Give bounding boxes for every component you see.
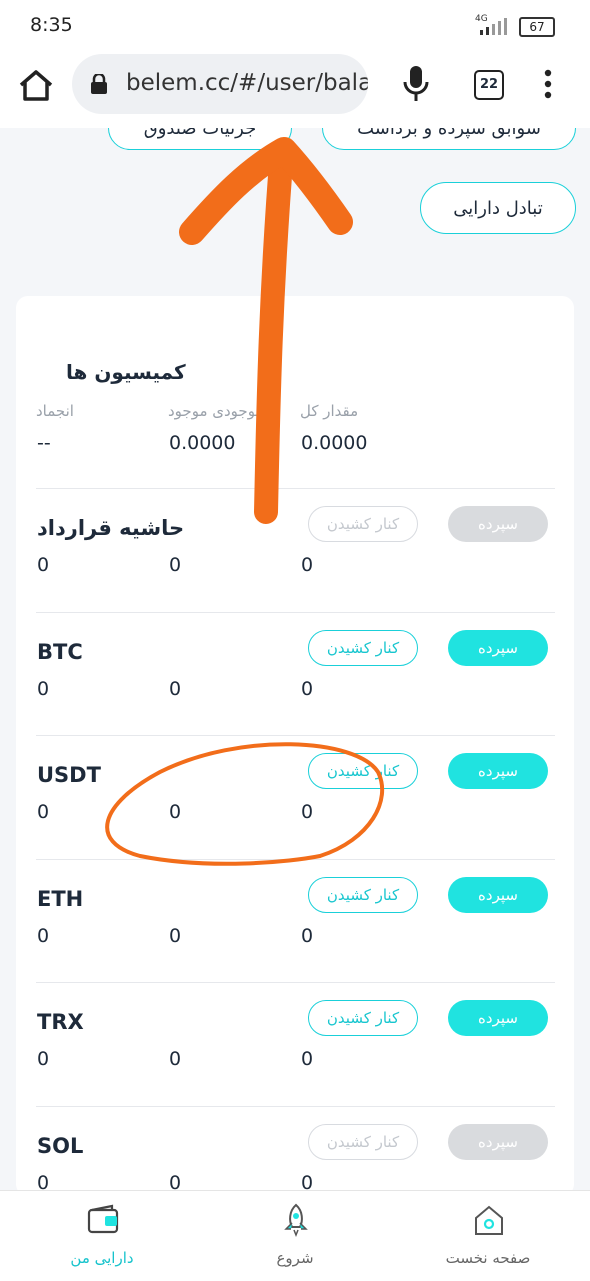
row-divider	[36, 1105, 555, 1107]
assets-card: کمیسیون ها انجماد موجودی موجود مقدار کل …	[16, 296, 574, 1190]
battery-icon: 67	[519, 17, 555, 37]
asset-available: 0	[169, 924, 182, 947]
deposit-button[interactable]: سپرده	[448, 629, 548, 666]
asset-frozen: 0	[37, 1048, 50, 1070]
nav-my-assets[interactable]: دارایی من	[4, 1191, 200, 1281]
status-bar: 8:35 4G 67	[0, 0, 590, 52]
asset-exchange-button[interactable]: تبادل دارایی	[420, 182, 576, 234]
col-total: مقدار کل	[300, 402, 359, 420]
fund-details-button[interactable]: جزئیات صندوق	[108, 128, 292, 150]
asset-name: SOL	[37, 1133, 84, 1158]
row-divider	[36, 735, 555, 736]
asset-available: 0	[169, 1171, 182, 1191]
house-icon	[475, 1205, 503, 1235]
nav-start[interactable]: شروع	[197, 1191, 393, 1281]
asset-total: 0	[301, 924, 314, 947]
deposit-button[interactable]: سپرده	[448, 1000, 548, 1036]
tabs-count-button[interactable]: 22	[474, 70, 504, 100]
row-divider	[36, 488, 555, 489]
asset-frozen: 0	[37, 554, 50, 576]
asset-total: 0	[301, 801, 314, 823]
asset-frozen: 0	[37, 924, 50, 947]
asset-name: حاشیه قرارداد	[37, 516, 185, 540]
asset-total: 0	[301, 1171, 314, 1191]
asset-available: 0	[169, 1048, 182, 1070]
withdraw-button[interactable]: کنار کشیدن	[308, 876, 418, 913]
commissions-title: کمیسیون ها	[66, 360, 186, 384]
asset-frozen: 0	[37, 801, 50, 823]
mic-icon[interactable]	[400, 64, 432, 104]
asset-name: BTC	[37, 639, 83, 664]
bottom-nav: دارایی من شروع صفحه نخست	[0, 1190, 590, 1281]
status-time: 8:35	[30, 14, 73, 36]
asset-name: TRX	[37, 1010, 84, 1034]
withdraw-button[interactable]: کنار کشیدن	[308, 629, 418, 666]
url-field[interactable]: belem.cc/#/user/bala	[72, 54, 368, 114]
col-frozen: انجماد	[36, 402, 74, 420]
col-available: موجودی موجود	[168, 402, 264, 420]
asset-total: 0	[301, 554, 314, 576]
withdraw-button[interactable]: کنار کشیدن	[308, 753, 418, 789]
asset-available: 0	[169, 801, 182, 823]
deposit-button[interactable]: سپرده	[448, 753, 548, 789]
asset-total: 0	[301, 1048, 314, 1070]
nav-my-assets-label: دارایی من	[70, 1249, 134, 1267]
asset-name: USDT	[37, 763, 101, 787]
nav-home-label: صفحه نخست	[445, 1249, 531, 1267]
wallet-icon	[87, 1204, 119, 1234]
row-divider	[36, 611, 555, 613]
browser-toolbar: belem.cc/#/user/bala 22	[0, 52, 590, 129]
row-divider	[36, 858, 555, 860]
asset-frozen: 0	[37, 1171, 50, 1191]
asset-name: ETH	[37, 886, 84, 911]
home-icon[interactable]	[16, 66, 56, 106]
withdraw-button[interactable]: کنار کشیدن	[308, 1123, 418, 1160]
nav-home[interactable]: صفحه نخست	[390, 1191, 586, 1281]
page-content: جزئیات صندوق سوابق سپرده و برداشت تبادل …	[0, 128, 590, 1190]
asset-total: 0	[301, 677, 314, 700]
withdraw-button[interactable]: کنار کشیدن	[308, 506, 418, 542]
withdraw-button[interactable]: کنار کشیدن	[308, 1000, 418, 1036]
deposit-button[interactable]: سپرده	[448, 1123, 548, 1160]
asset-available: 0	[169, 554, 182, 576]
history-button[interactable]: سوابق سپرده و برداشت	[322, 128, 576, 150]
commission-frozen: --	[37, 432, 51, 454]
nav-start-label: شروع	[276, 1249, 314, 1267]
lock-icon	[91, 74, 107, 94]
url-text: belem.cc/#/user/bala	[126, 70, 368, 96]
asset-frozen: 0	[37, 677, 50, 700]
more-menu-icon[interactable]	[536, 68, 560, 100]
deposit-button[interactable]: سپرده	[448, 506, 548, 542]
commission-available: 0.0000	[169, 432, 236, 454]
deposit-button[interactable]: سپرده	[448, 876, 548, 913]
asset-available: 0	[169, 677, 182, 700]
commission-total: 0.0000	[301, 432, 368, 454]
rocket-icon	[284, 1203, 308, 1237]
signal-icon	[480, 18, 507, 35]
row-divider	[36, 982, 555, 983]
